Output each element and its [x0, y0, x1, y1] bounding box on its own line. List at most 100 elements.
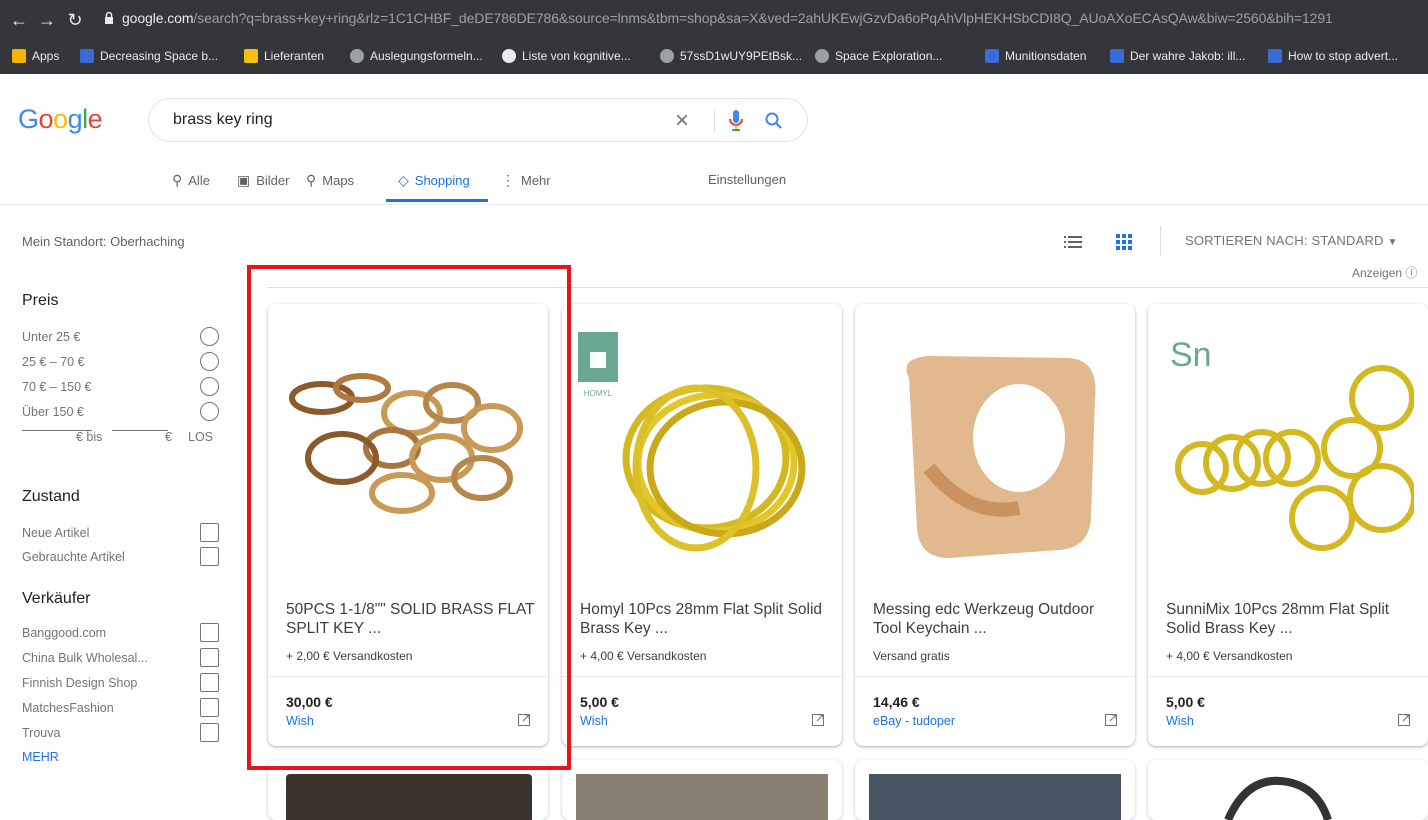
tab-label: Shopping: [414, 173, 470, 188]
bookmark-item[interactable]: Space Exploration...: [815, 44, 942, 68]
divider: [1148, 676, 1428, 677]
lock-icon[interactable]: [104, 11, 114, 25]
bookmark-item[interactable]: How to stop advert...: [1268, 44, 1398, 68]
bookmark-label: Decreasing Space b...: [100, 49, 219, 63]
ads-text: Anzeigen: [1352, 266, 1403, 280]
globe-icon: [660, 49, 674, 63]
sort-label: SORTIEREN NACH: STANDARD: [1185, 233, 1384, 248]
price-option-radio[interactable]: [200, 327, 219, 346]
bookmark-label: Liste von kognitive...: [522, 49, 631, 63]
seller-option-checkbox[interactable]: [200, 673, 219, 692]
seller-option-checkbox[interactable]: [200, 698, 219, 717]
logo-letter: G: [18, 104, 39, 134]
browser-chrome: ← → ↻ google.com/search?q=brass+key+ring…: [0, 0, 1428, 74]
product-card[interactable]: Sn SunniMix 10Pcs 28mm Flat Split Solid B…: [1148, 304, 1428, 746]
logo-letter: o: [53, 104, 68, 134]
bookmark-item[interactable]: Apps: [12, 44, 59, 68]
product-title[interactable]: Homyl 10Pcs 28mm Flat Split Solid Brass …: [580, 600, 830, 638]
price-from-suffix: € bis: [76, 430, 103, 444]
active-tab-indicator: [386, 199, 488, 202]
condition-option-checkbox[interactable]: [200, 547, 219, 566]
condition-heading: Zustand: [22, 488, 80, 505]
url-path: /search?q=brass+key+ring&rlz=1C1CHBF_deD…: [193, 10, 1333, 26]
product-image[interactable]: Sn: [1162, 318, 1417, 580]
bookmark-item[interactable]: Lieferanten: [244, 44, 324, 68]
product-card[interactable]: Messing edc Werkzeug Outdoor Tool Keycha…: [855, 304, 1135, 746]
product-image: [1224, 776, 1332, 820]
search-icon[interactable]: [765, 112, 783, 130]
search-box[interactable]: brass key ring ×: [148, 98, 808, 142]
bookmark-item[interactable]: 57ssD1wUY9PEtBsk...: [660, 44, 802, 68]
reload-icon[interactable]: ↻: [64, 8, 86, 32]
product-title[interactable]: SunniMix 10Pcs 28mm Flat Split Solid Bra…: [1166, 600, 1416, 638]
seller-option-label: MatchesFashion: [22, 701, 114, 715]
price-to-suffix: €: [165, 430, 172, 444]
bookmark-item[interactable]: Decreasing Space b...: [80, 44, 218, 68]
list-view-icon[interactable]: [1064, 235, 1082, 249]
map-pin-icon: ⚲: [306, 172, 317, 188]
bookmark-item[interactable]: Munitionsdaten: [985, 44, 1086, 68]
seller-option-checkbox[interactable]: [200, 648, 219, 667]
divider: [1160, 226, 1161, 256]
page-icon: [1268, 49, 1282, 63]
google-logo[interactable]: Google: [18, 104, 103, 135]
logo-letter: e: [87, 104, 103, 134]
bookmark-label: Der wahre Jakob: ill...: [1130, 49, 1246, 63]
tab-mehr[interactable]: ⋮ Mehr: [501, 170, 551, 206]
product-card-partial[interactable]: [562, 760, 842, 820]
svg-text:Sn: Sn: [1170, 336, 1212, 374]
product-card[interactable]: HOMYL Homyl 10Pcs 28mm Flat Split Solid B…: [562, 304, 842, 746]
tab-alle[interactable]: ⚲ Alle: [172, 170, 210, 206]
external-link-icon[interactable]: [1398, 714, 1410, 726]
product-card-partial[interactable]: [1148, 760, 1428, 820]
product-image[interactable]: HOMYL: [576, 318, 828, 580]
more-sellers-link[interactable]: MEHR: [22, 750, 59, 764]
external-link-icon[interactable]: [1105, 714, 1117, 726]
price-option-label: 70 € – 150 €: [22, 380, 92, 394]
bookmark-item[interactable]: Liste von kognitive...: [502, 44, 631, 68]
bookmark-label: Lieferanten: [264, 49, 325, 63]
address-bar[interactable]: google.com/search?q=brass+key+ring&rlz=1…: [122, 10, 1333, 26]
bookmark-item[interactable]: Der wahre Jakob: ill...: [1110, 44, 1245, 68]
seller-option-checkbox[interactable]: [200, 623, 219, 642]
location-label: Mein Standort: Oberhaching: [22, 234, 185, 249]
tab-maps[interactable]: ⚲ Maps: [306, 170, 354, 206]
bookmark-item[interactable]: Auslegungsformeln...: [350, 44, 483, 68]
forward-arrow-icon[interactable]: →: [36, 8, 58, 32]
image-icon: ▣: [237, 172, 251, 188]
price-option-radio[interactable]: [200, 377, 219, 396]
seller-option-label: China Bulk Wholesal...: [22, 651, 148, 665]
seller-link[interactable]: Wish: [580, 714, 608, 728]
microphone-icon[interactable]: [729, 110, 743, 132]
settings-link[interactable]: Einstellungen: [708, 172, 786, 187]
search-results-page: Google brass key ring × ⚲ Alle ▣ Bilder ⚲ Map…: [0, 74, 1428, 820]
condition-option-checkbox[interactable]: [200, 523, 219, 542]
ads-label[interactable]: Anzeigen ⓘ: [1352, 264, 1417, 281]
product-image: [576, 774, 828, 820]
tab-label: Bilder: [256, 173, 290, 188]
seller-heading: Verkäufer: [22, 590, 91, 607]
price-to-input[interactable]: [112, 430, 168, 431]
seller-option-checkbox[interactable]: [200, 723, 219, 742]
grid-view-icon[interactable]: [1116, 234, 1132, 250]
seller-link[interactable]: eBay - tudoper: [873, 714, 955, 728]
price-go-button[interactable]: LOS: [188, 430, 213, 444]
external-link-icon[interactable]: [812, 714, 824, 726]
sort-dropdown[interactable]: SORTIEREN NACH: STANDARD ▼: [1185, 233, 1398, 248]
tab-bilder[interactable]: ▣ Bilder: [237, 170, 289, 206]
more-vert-icon: ⋮: [501, 172, 515, 188]
product-image[interactable]: [869, 318, 1121, 580]
product-card-partial[interactable]: [855, 760, 1135, 820]
clear-icon[interactable]: ×: [675, 107, 689, 135]
search-input[interactable]: brass key ring: [173, 111, 273, 129]
address-bar-row: ← → ↻ google.com/search?q=brass+key+ring…: [0, 8, 1428, 32]
product-image: [869, 774, 1121, 820]
price-option-radio[interactable]: [200, 402, 219, 421]
price-option-radio[interactable]: [200, 352, 219, 371]
seller-link[interactable]: Wish: [1166, 714, 1194, 728]
info-icon: ⓘ: [1405, 266, 1418, 280]
product-title[interactable]: Messing edc Werkzeug Outdoor Tool Keycha…: [873, 600, 1123, 638]
back-arrow-icon[interactable]: ←: [8, 8, 30, 32]
divider: [562, 676, 842, 677]
logo-letter: o: [38, 104, 54, 134]
